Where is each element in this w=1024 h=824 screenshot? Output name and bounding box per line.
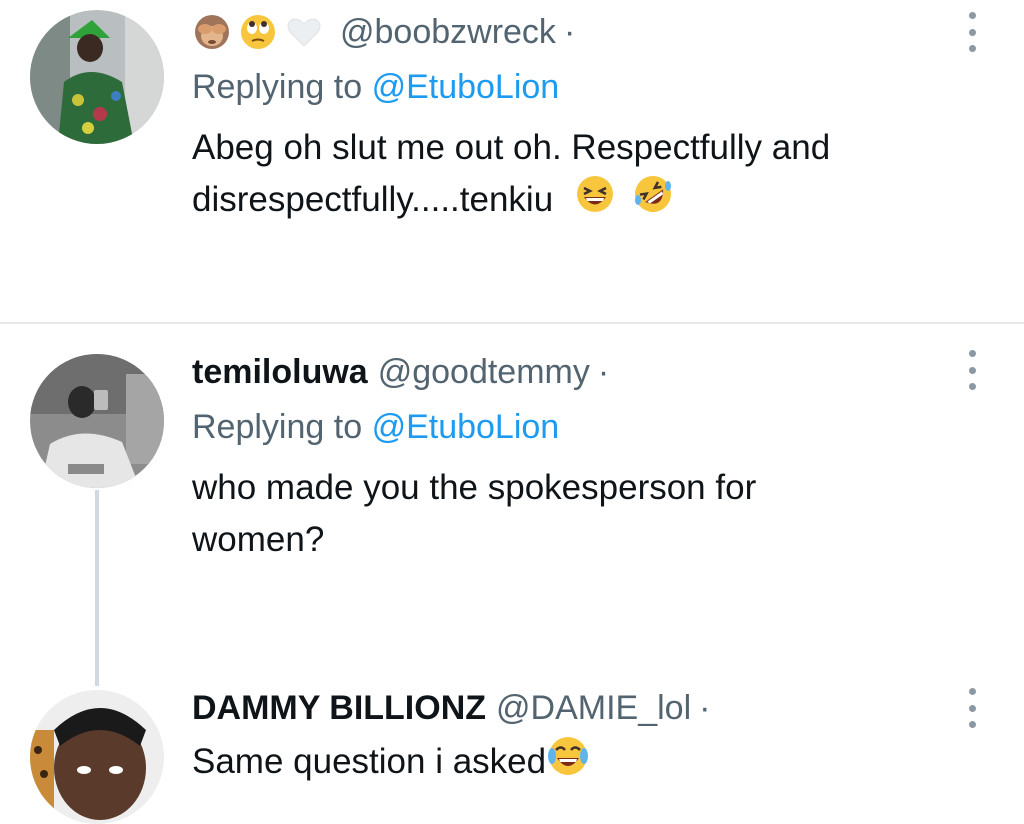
tweet-text-line: who made you the spokesperson for (192, 468, 757, 507)
tweet-text-line: Same question i asked (192, 734, 972, 793)
replying-to-line: Replying to @EtuboLion (192, 408, 559, 447)
separator-dot: · (597, 352, 610, 391)
tweet-text-line: women? (192, 520, 325, 559)
replying-to-label: Replying to (192, 408, 363, 446)
separator-dot: · (563, 12, 576, 51)
tweet-text-segment: disrespectfully.....tenkiu (192, 180, 554, 219)
tweet-header: DAMMY BILLIONZ @DAMIE_lol · (192, 684, 710, 732)
tweet-1[interactable]: @boobzwreck · Replying to @EtuboLion Abe… (0, 0, 1024, 322)
more-options-icon[interactable] (962, 12, 982, 52)
face-with-tears-of-joy-icon (546, 734, 590, 793)
white-heart-icon (284, 12, 324, 52)
avatar-image (30, 10, 164, 144)
laughing-squint-face-icon (575, 174, 615, 229)
display-name[interactable]: temiloluwa (192, 353, 368, 392)
tweet-text: Same question i asked (192, 734, 972, 793)
user-handle[interactable]: @DAMIE_lol (496, 689, 691, 728)
tweet-text-segment: Same question i asked (192, 741, 547, 781)
avatar[interactable] (30, 690, 164, 824)
rolling-on-floor-laughing-icon (633, 174, 673, 229)
tweet-text: who made you the spokesperson for women? (192, 462, 972, 566)
more-options-icon[interactable] (962, 688, 982, 728)
replying-to-label: Replying to (192, 68, 363, 106)
replying-to-mention[interactable]: @EtuboLion (372, 68, 560, 106)
user-handle[interactable]: @boobzwreck (340, 13, 556, 52)
tweet-header: @boobzwreck · (192, 8, 575, 56)
tweet-text: Abeg oh slut me out oh. Respectfully and… (192, 122, 972, 229)
display-name[interactable]: DAMMY BILLIONZ (192, 689, 486, 728)
user-handle[interactable]: @goodtemmy (378, 353, 590, 392)
separator-dot: · (699, 688, 711, 727)
eye-roll-face-icon (238, 12, 278, 52)
replying-to-line: Replying to @EtuboLion (192, 68, 559, 107)
avatar[interactable] (30, 10, 164, 144)
avatar-image (30, 354, 164, 488)
thread-connector-line (95, 490, 99, 686)
avatar[interactable] (30, 354, 164, 488)
tweet-3[interactable]: DAMMY BILLIONZ @DAMIE_lol · Same questio… (0, 674, 1024, 824)
replying-to-mention[interactable]: @EtuboLion (372, 408, 560, 446)
more-options-icon[interactable] (962, 350, 982, 390)
avatar-image (30, 690, 164, 824)
tweet-text-line: disrespectfully.....tenkiu (192, 174, 972, 229)
see-no-evil-monkey-icon (192, 12, 232, 52)
tweet-header: temiloluwa @goodtemmy · (192, 348, 609, 396)
tweet-text-line: Abeg oh slut me out oh. Respectfully and (192, 128, 831, 167)
